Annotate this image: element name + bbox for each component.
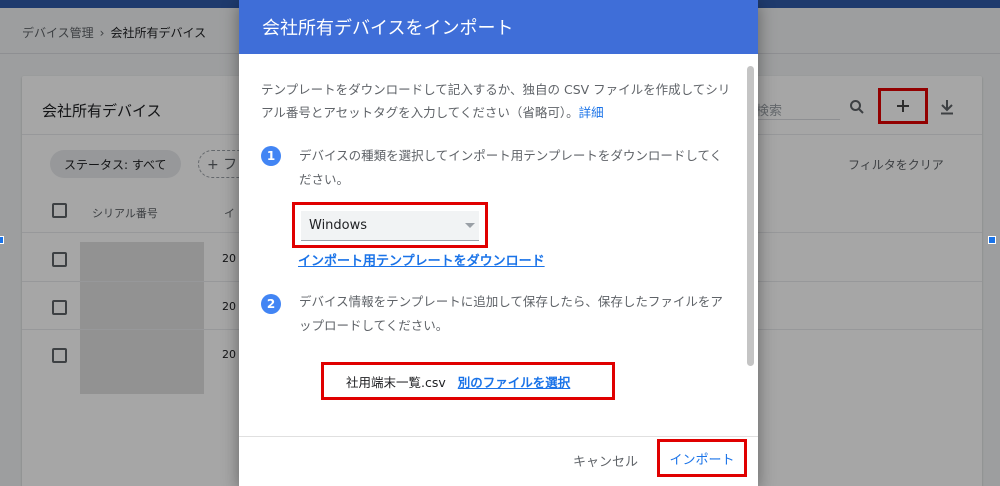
- choose-other-file-link[interactable]: 別のファイルを選択: [458, 372, 571, 391]
- selected-file-highlight: 社用端末一覧.csv 別のファイルを選択: [321, 362, 615, 400]
- step-2-badge: 2: [261, 294, 281, 314]
- dialog-body: テンプレートをダウンロードして記入するか、独自の CSV ファイルを作成してシリ…: [239, 54, 758, 436]
- step-2-text: デバイス情報をテンプレートに追加して保存したら、保存したファイルをアップロードし…: [299, 294, 723, 333]
- learn-more-link[interactable]: 詳細: [579, 105, 604, 120]
- dialog-header: 会社所有デバイスをインポート: [239, 0, 758, 54]
- divider: [239, 436, 758, 437]
- selection-handle: [0, 236, 4, 244]
- step-1-text: デバイスの種類を選択してインポート用テンプレートをダウンロードしてください。: [299, 148, 723, 187]
- import-dialog: 会社所有デバイスをインポート テンプレートをダウンロードして記入するか、独自の …: [239, 0, 758, 486]
- device-type-value: Windows: [309, 218, 368, 233]
- selection-handle: [988, 236, 996, 244]
- chevron-down-icon: [465, 223, 475, 228]
- intro-text: テンプレートをダウンロードして記入するか、独自の CSV ファイルを作成してシリ…: [261, 78, 733, 124]
- device-type-select-highlight: Windows: [292, 202, 488, 248]
- dialog-title: 会社所有デバイスをインポート: [262, 18, 514, 39]
- cancel-button[interactable]: キャンセル: [573, 451, 638, 470]
- step-1-badge: 1: [261, 146, 281, 166]
- selected-file-name: 社用端末一覧.csv: [346, 374, 446, 390]
- download-template-link[interactable]: インポート用テンプレートをダウンロード: [298, 250, 545, 269]
- import-button[interactable]: インポート: [657, 439, 747, 477]
- device-type-select[interactable]: Windows: [301, 211, 479, 241]
- intro-description: テンプレートをダウンロードして記入するか、独自の CSV ファイルを作成してシリ…: [261, 82, 731, 120]
